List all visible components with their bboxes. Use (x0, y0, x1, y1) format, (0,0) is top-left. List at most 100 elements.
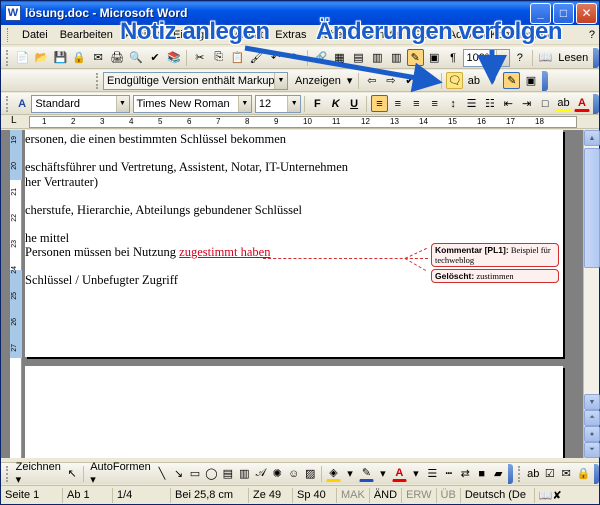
select-objects-icon[interactable]: ↖ (65, 465, 79, 482)
toolbar-grip[interactable] (518, 465, 522, 482)
status-extend[interactable]: ERW (402, 487, 437, 503)
reviewing-pane-icon[interactable]: ▣ (522, 72, 539, 89)
show-formatting-icon[interactable]: ¶ (445, 49, 462, 66)
status-column[interactable]: Sp 40 (293, 487, 337, 503)
new-document-icon[interactable]: 📄 (14, 49, 31, 66)
toolbar-options-icon[interactable] (542, 70, 549, 91)
font-color-icon[interactable]: A (392, 465, 407, 482)
help-menu[interactable]: ? (589, 29, 595, 41)
tracked-change-line[interactable]: Personen müssen bei Nutzung zugestimmt h… (25, 245, 270, 260)
document-line[interactable]: eschäftsführer und Vertretung, Assistent… (25, 160, 348, 175)
toolbar-options-icon[interactable] (593, 47, 600, 68)
bold-button[interactable]: F (309, 95, 325, 112)
accept-change-icon[interactable]: ✔ (401, 72, 418, 89)
vertical-scrollbar[interactable]: ▲ ▼ ⏶ ● ⏷ (583, 130, 600, 458)
chevron-down-icon[interactable]: ▼ (274, 72, 287, 89)
paste-icon[interactable]: 📋 (229, 49, 246, 66)
shadow-icon[interactable]: ■ (474, 465, 488, 482)
arrow-icon[interactable]: ↘ (171, 465, 185, 482)
justify-icon[interactable]: ≡ (427, 95, 443, 112)
document-line[interactable]: cherstufe, Hierarchie, Abteilungs gebund… (25, 203, 302, 218)
tables-borders-icon[interactable]: ▦ (331, 49, 348, 66)
track-changes-icon[interactable]: ✎ (503, 72, 521, 89)
toolbar-grip[interactable] (6, 95, 10, 112)
picture-icon[interactable]: ▨ (303, 465, 317, 482)
highlight-icon[interactable]: ab (465, 72, 482, 89)
save-icon[interactable]: 💾 (52, 49, 69, 66)
line-spacing-icon[interactable]: ↕ (445, 95, 461, 112)
redo-icon[interactable]: ↷ (286, 49, 303, 66)
chevron-down-icon[interactable]: ▼ (237, 95, 251, 112)
chevron-down-icon[interactable]: ▾ (376, 465, 390, 482)
next-page-icon[interactable]: ⏷ (584, 442, 600, 458)
drawing-icon[interactable]: ✎ (406, 49, 424, 66)
textbox-icon[interactable]: ▤ (221, 465, 235, 482)
comment-balloon[interactable]: Kommentar [PL1]: Beispiel für techweblog (431, 243, 559, 267)
toolbar-options-icon[interactable] (594, 463, 600, 484)
toolbar-options-icon[interactable] (593, 93, 599, 114)
status-macro-recording[interactable]: MAK (337, 487, 370, 503)
envelope-icon[interactable]: ✉ (559, 465, 573, 482)
zoom-dropdown[interactable]: 100% ▼ (462, 48, 511, 67)
show-markup-button[interactable]: Anzeigen (292, 75, 344, 87)
scroll-up-icon[interactable]: ▲ (584, 130, 600, 146)
next-change-icon[interactable]: ⇨ (382, 72, 399, 89)
menu-bearbeiten[interactable]: Bearbeiten (54, 29, 119, 41)
lock-icon[interactable]: 🔒 (575, 465, 591, 482)
increase-indent-icon[interactable]: ⇥ (519, 95, 535, 112)
copy-icon[interactable]: ⎘ (210, 49, 227, 66)
draw-menu-button[interactable]: Zeichnen ▾ (13, 461, 64, 486)
new-comment-icon[interactable]: 🗨 (446, 72, 464, 89)
chevron-down-icon[interactable]: ▾ (484, 72, 501, 89)
align-center-icon[interactable]: ≡ (390, 95, 406, 112)
help-icon[interactable]: ? (511, 49, 528, 66)
chevron-down-icon[interactable]: ▼ (496, 49, 510, 66)
line-color-icon[interactable]: ✎ (359, 465, 374, 482)
status-position[interactable]: Bei 25,8 cm (171, 487, 249, 503)
status-overtype[interactable]: ÜB (437, 487, 461, 503)
insert-excel-icon[interactable]: ▥ (369, 49, 386, 66)
rectangle-icon[interactable]: ▭ (188, 465, 202, 482)
browse-object-icon[interactable]: ● (584, 426, 600, 442)
hyperlink-icon[interactable]: 🔗 (312, 49, 329, 66)
menu-extras[interactable]: Extras (269, 29, 312, 41)
undo-icon[interactable]: ↶ (267, 49, 284, 66)
font-size-dropdown[interactable]: 12 ▼ (254, 94, 302, 113)
display-for-review-dropdown[interactable]: Endgültige Version enthält Markups ▼ (103, 71, 288, 90)
document-line[interactable]: Schlüssel / Unbefugter Zugriff (25, 273, 178, 288)
status-section[interactable]: Ab 1 (63, 487, 113, 503)
underline-button[interactable]: U (346, 95, 362, 112)
chevron-down-icon[interactable]: ▼ (115, 95, 129, 112)
highlight-color-icon[interactable]: ab (555, 95, 572, 112)
inserted-text[interactable]: zuges (179, 245, 207, 259)
read-mode-icon[interactable]: 📖 (537, 49, 554, 66)
document-line[interactable]: he mittel (25, 231, 69, 246)
chevron-down-icon[interactable]: ▾ (344, 74, 356, 87)
document-page-2[interactable] (25, 366, 563, 458)
read-button[interactable]: Lesen (555, 52, 591, 64)
line-style-icon[interactable]: ☰ (425, 465, 439, 482)
columns-icon[interactable]: ▥ (388, 49, 405, 66)
toolbar-grip[interactable] (96, 72, 100, 89)
reject-change-icon[interactable]: ✘ (420, 72, 437, 89)
previous-change-icon[interactable]: ⇦ (363, 72, 380, 89)
insert-table-icon[interactable]: ▤ (350, 49, 367, 66)
inserted-text[interactable]: haben (241, 245, 271, 259)
menu-datei[interactable]: Datei (16, 29, 54, 41)
email-icon[interactable]: ✉ (90, 49, 107, 66)
scroll-down-icon[interactable]: ▼ (584, 394, 600, 410)
bullets-icon[interactable]: ☷ (482, 95, 498, 112)
spelling-status-icon[interactable]: 📖✘ (535, 488, 566, 503)
status-line[interactable]: Ze 49 (249, 487, 293, 503)
status-language[interactable]: Deutsch (De (461, 487, 535, 503)
document-line[interactable]: her Vertrauter) (25, 175, 98, 190)
scroll-thumb[interactable] (584, 148, 600, 268)
align-right-icon[interactable]: ≡ (408, 95, 424, 112)
menu-grip[interactable] (7, 27, 10, 42)
deletion-balloon[interactable]: Gelöscht: zustimmen (431, 269, 559, 283)
font-dropdown[interactable]: Times New Roman ▼ (132, 94, 252, 113)
font-color-icon[interactable]: A (573, 95, 591, 112)
arrow-style-icon[interactable]: ⇄ (458, 465, 472, 482)
italic-button[interactable]: K (328, 95, 344, 112)
dash-style-icon[interactable]: ┅ (442, 465, 456, 482)
